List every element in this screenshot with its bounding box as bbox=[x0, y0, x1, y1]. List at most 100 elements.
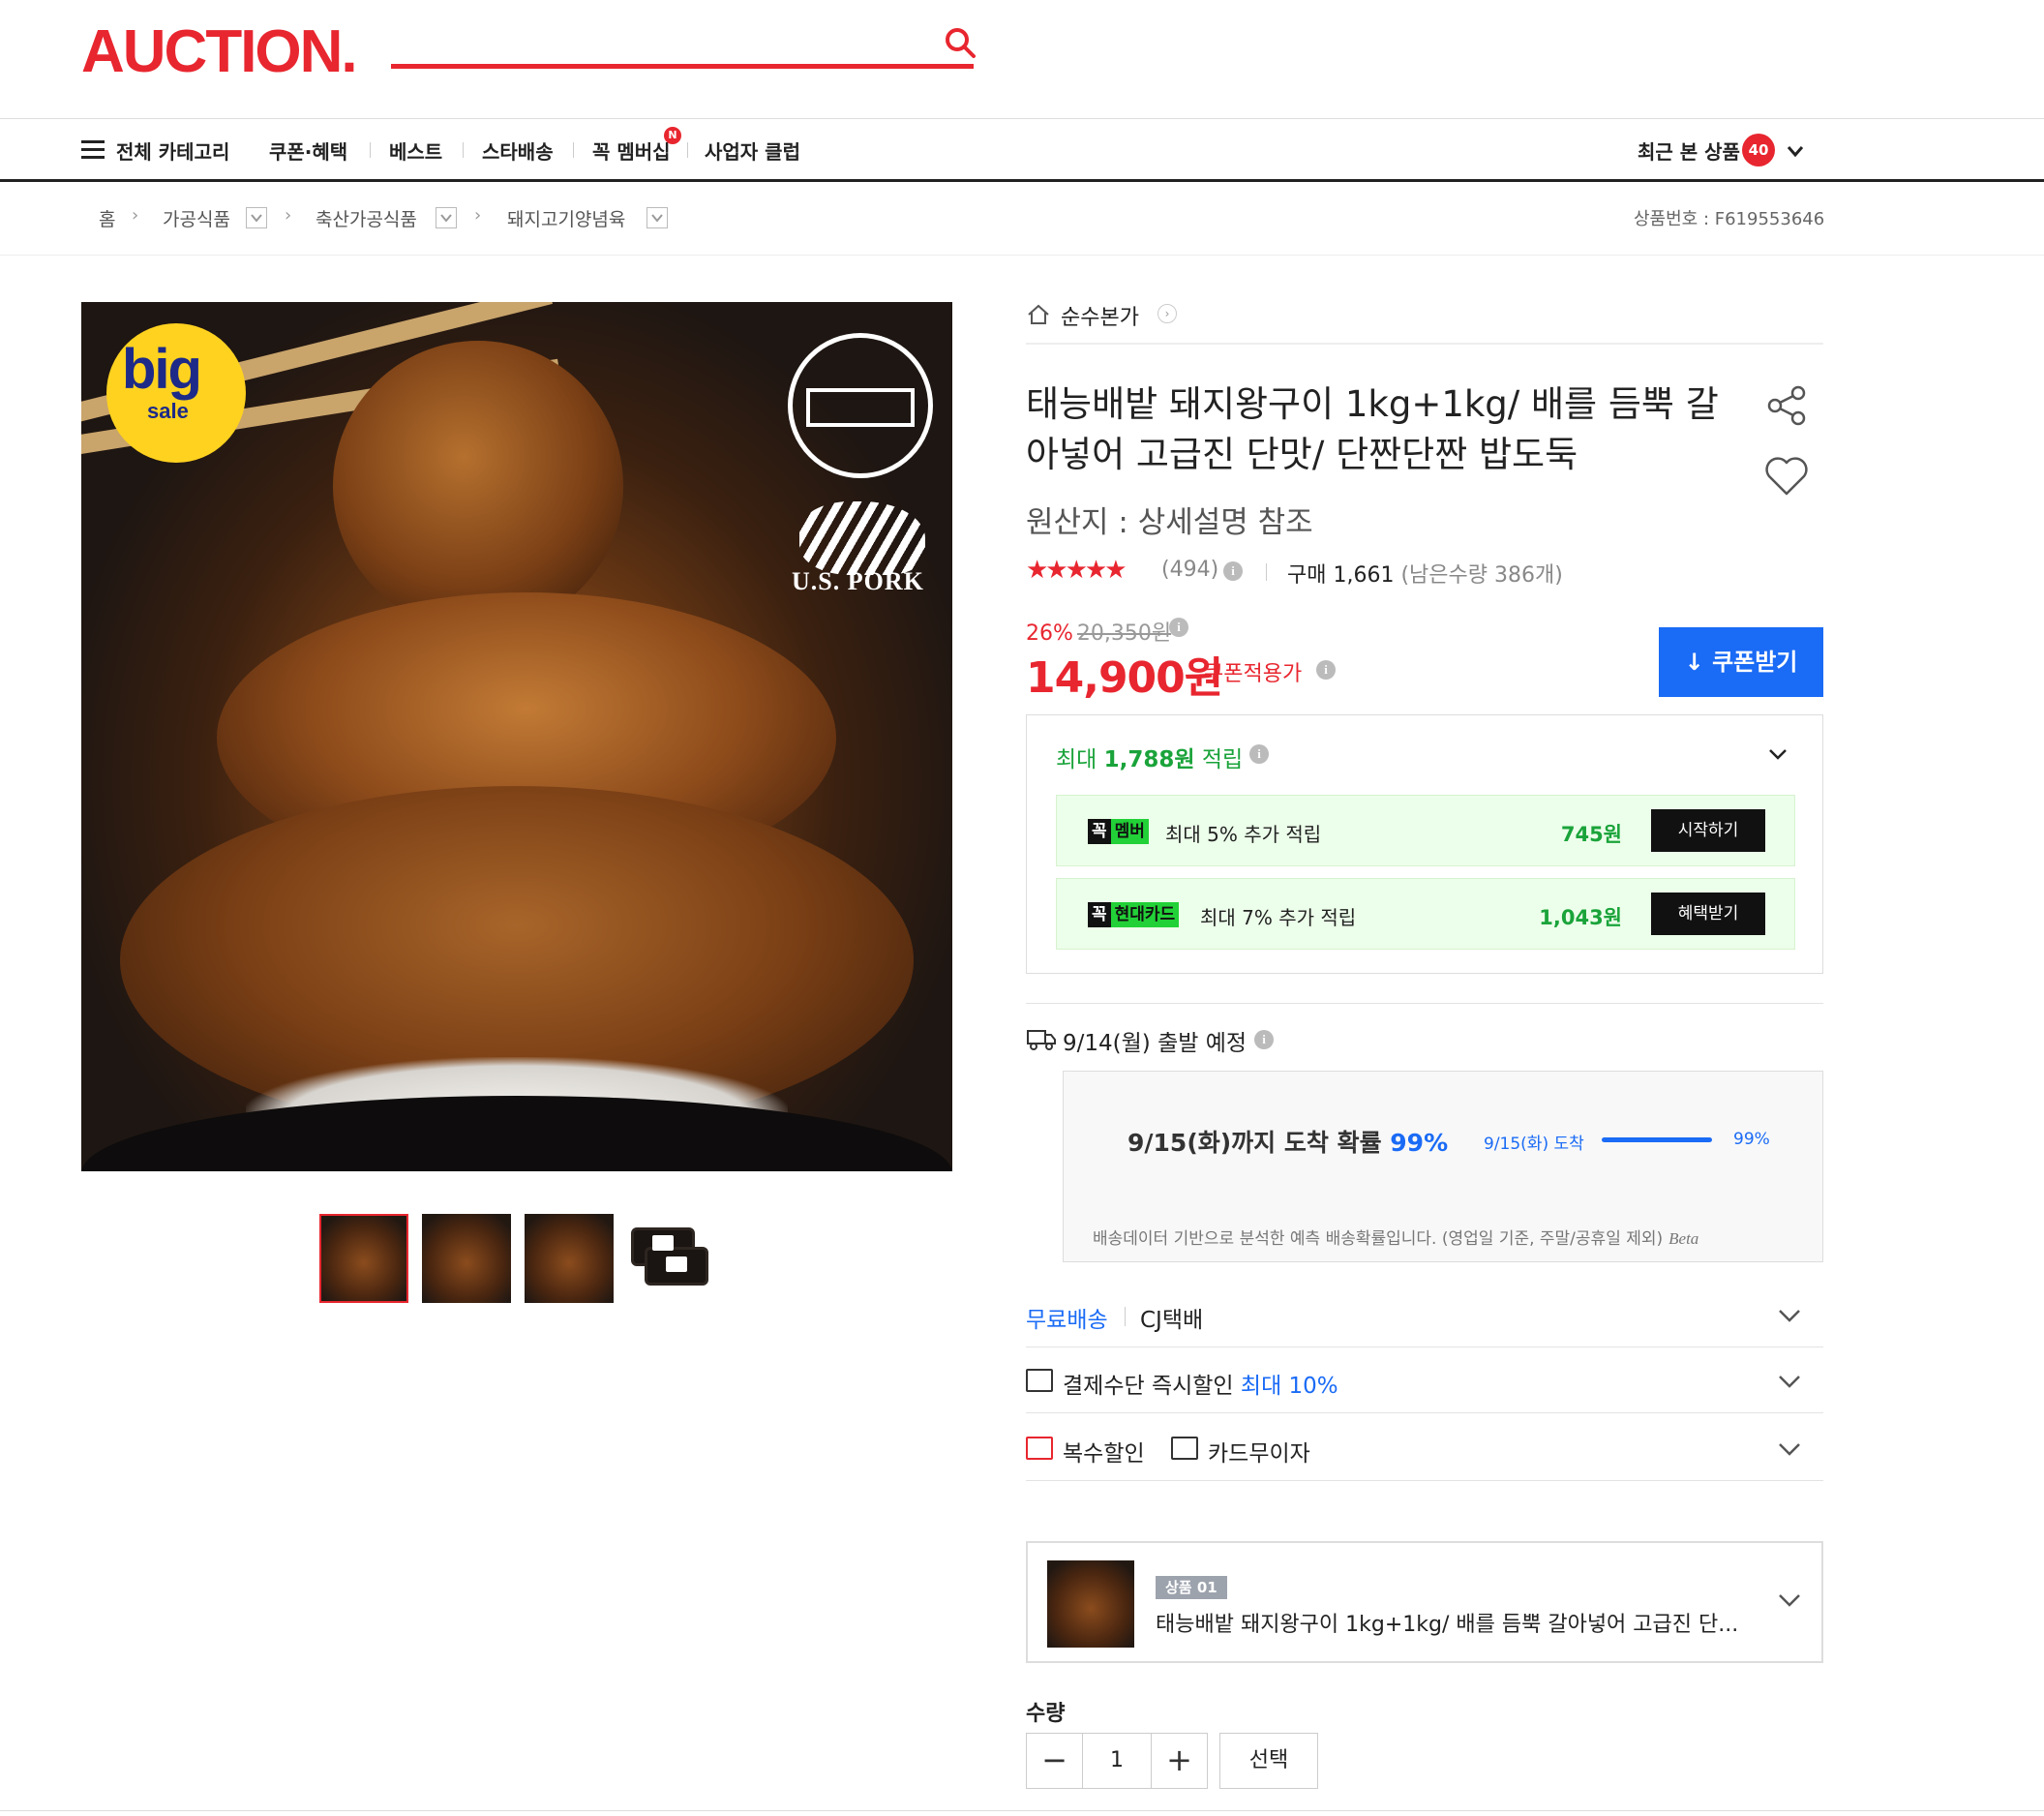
payment-discount-text: 결제수단 즉시할인 bbox=[1063, 1374, 1241, 1399]
select-button[interactable]: 선택 bbox=[1219, 1733, 1318, 1789]
product-title: 태능배밭 돼지왕구이 1kg+1kg/ 배를 듬뿍 갈아넣어 고급진 단맛/ 단… bbox=[1026, 383, 1719, 475]
product-thumbnail[interactable] bbox=[422, 1214, 511, 1303]
nav-divider bbox=[573, 142, 574, 158]
arrival-probability: 9/15(화)까지 도착 확률 99% bbox=[1127, 1124, 1448, 1159]
departure-date: 9/14(월) 출발 예정 bbox=[1063, 1031, 1247, 1056]
probability-value: 99% bbox=[1733, 1130, 1770, 1149]
product-number: 상품번호 : F619553646 bbox=[1634, 209, 1825, 229]
breadcrumb-level-3[interactable]: 돼지고기양념육 bbox=[507, 205, 625, 231]
reward-amount: 1,043원 bbox=[1539, 906, 1622, 929]
chevron-down-icon[interactable] bbox=[1777, 1307, 1802, 1324]
badge-prefix: 꼭 bbox=[1088, 819, 1111, 844]
nav-membership[interactable]: 꼭 멤버십 bbox=[592, 136, 671, 165]
meat-slice bbox=[333, 341, 623, 631]
chevron-down-icon[interactable] bbox=[1777, 1591, 1802, 1609]
kkok-member-badge: 꼭 멤버 bbox=[1088, 819, 1149, 844]
nav-business-club[interactable]: 사업자 클럽 bbox=[705, 136, 800, 165]
reward-head-amount: 1,788원 bbox=[1103, 747, 1195, 772]
search-icon[interactable] bbox=[943, 25, 977, 60]
divider bbox=[1266, 563, 1267, 581]
chevron-down-icon[interactable] bbox=[1766, 744, 1789, 764]
home-icon bbox=[1028, 304, 1049, 324]
product-thumbnail[interactable] bbox=[319, 1214, 408, 1303]
reward-row-card: 꼭 현대카드 최대 7% 추가 적립 1,043원 혜택받기 bbox=[1056, 878, 1795, 950]
option-name: 태능배밭 돼지왕구이 1kg+1kg/ 배를 듬뿍 갈아넣어 고급진 단... bbox=[1156, 1613, 1739, 1637]
pig-logo-icon bbox=[799, 501, 925, 575]
badge-label: 멤버 bbox=[1110, 819, 1149, 844]
reward-box: 최대 1,788원 적립 i 꼭 멤버 최대 5% 추가 적립 745원 시작하기… bbox=[1026, 714, 1823, 974]
dropdown-icon[interactable] bbox=[436, 207, 457, 228]
nav-divider bbox=[370, 142, 371, 158]
quantity-plus-button[interactable]: + bbox=[1151, 1734, 1207, 1788]
nav-star-delivery[interactable]: 스타배송 bbox=[482, 136, 554, 165]
payment-discount-label: 결제수단 즉시할인 최대 10% bbox=[1063, 1367, 1338, 1400]
sale-text: sale bbox=[147, 399, 189, 423]
get-benefit-button[interactable]: 혜택받기 bbox=[1651, 893, 1765, 935]
nav-all-category[interactable]: 전체 카테고리 bbox=[116, 136, 229, 165]
free-shipping-label: 무료배송 bbox=[1026, 1308, 1108, 1333]
probability-bar bbox=[1602, 1137, 1712, 1142]
chevron-down-icon[interactable] bbox=[1785, 140, 1806, 162]
coupon-button-label: 쿠폰받기 bbox=[1712, 649, 1798, 676]
dropdown-icon[interactable] bbox=[246, 207, 267, 228]
recent-products[interactable]: 최근 본 상품 bbox=[1638, 136, 1740, 165]
divider bbox=[0, 1810, 2044, 1811]
info-icon[interactable]: i bbox=[1316, 660, 1336, 680]
info-icon[interactable]: i bbox=[1223, 561, 1243, 581]
breadcrumb-level-2[interactable]: 축산가공식품 bbox=[316, 205, 417, 231]
auction-logo[interactable]: AUCTION. bbox=[81, 17, 358, 86]
quantity-minus-button[interactable]: − bbox=[1027, 1734, 1083, 1788]
divider bbox=[1026, 1003, 1823, 1004]
reward-desc: 최대 5% 추가 적립 bbox=[1165, 823, 1322, 846]
arrival-probability-percent: 99% bbox=[1390, 1129, 1449, 1157]
product-option-select[interactable]: 상품 01 태능배밭 돼지왕구이 1kg+1kg/ 배를 듬뿍 갈아넣어 고급진… bbox=[1026, 1541, 1823, 1663]
nav-divider bbox=[687, 142, 688, 158]
kkok-hyundai-badge: 꼭 현대카드 bbox=[1088, 902, 1180, 927]
option-badge: 상품 01 bbox=[1156, 1576, 1227, 1599]
badge-label: 현대카드 bbox=[1110, 902, 1180, 927]
quantity-input[interactable]: 1 bbox=[1083, 1734, 1151, 1788]
coupon-button[interactable]: ↓ 쿠폰받기 bbox=[1659, 627, 1823, 697]
breadcrumb-level-1[interactable]: 가공식품 bbox=[163, 205, 230, 231]
probability-note-text: 배송데이터 기반으로 분석한 예측 배송확률입니다. (영업일 기준, 주말/공… bbox=[1093, 1229, 1664, 1249]
payment-discount-row[interactable]: 결제수단 즉시할인 최대 10% bbox=[1026, 1349, 1823, 1413]
reward-head-suffix: 적립 bbox=[1194, 747, 1244, 772]
menu-icon[interactable] bbox=[81, 140, 105, 160]
product-thumbnail[interactable] bbox=[627, 1214, 716, 1303]
nav-best[interactable]: 베스트 bbox=[389, 136, 442, 165]
reward-head[interactable]: 최대 1,788원 적립 bbox=[1056, 741, 1243, 773]
shipping-row: 9/14(월) 출발 예정 i bbox=[1026, 1024, 1510, 1056]
dropdown-icon[interactable] bbox=[646, 207, 668, 228]
divider bbox=[1125, 1307, 1126, 1326]
review-count[interactable]: (494) bbox=[1161, 558, 1218, 582]
beta-label: Beta bbox=[1668, 1229, 1699, 1248]
heart-icon[interactable] bbox=[1763, 455, 1810, 498]
store-row: 순수본가 › bbox=[1026, 298, 1823, 345]
multi-discount-row[interactable]: 복수할인 카드무이자 bbox=[1026, 1417, 1823, 1481]
shipping-option-row[interactable]: 무료배송 CJ택배 bbox=[1026, 1284, 1823, 1347]
search-input[interactable] bbox=[391, 64, 974, 69]
card-icon bbox=[1171, 1437, 1198, 1460]
info-icon[interactable]: i bbox=[1169, 618, 1188, 637]
badge-prefix: 꼭 bbox=[1088, 902, 1111, 927]
chevron-right-icon: › bbox=[285, 205, 292, 226]
chevron-down-icon[interactable] bbox=[1777, 1373, 1802, 1390]
store-name[interactable]: 순수본가 bbox=[1061, 300, 1139, 331]
new-badge: N bbox=[664, 127, 681, 144]
recent-count-badge: 40 bbox=[1742, 134, 1775, 166]
main-product-image[interactable]: big sale U.S. PORK bbox=[81, 302, 952, 1171]
won-coupon-icon bbox=[1026, 1437, 1053, 1460]
info-icon[interactable]: i bbox=[1254, 1030, 1274, 1049]
share-icon[interactable] bbox=[1765, 383, 1810, 428]
chevron-right-icon[interactable]: › bbox=[1157, 304, 1177, 323]
option-thumbnail bbox=[1047, 1560, 1134, 1648]
breadcrumb-home[interactable]: 홈 bbox=[99, 205, 115, 231]
nav-coupon[interactable]: 쿠폰·혜택 bbox=[269, 136, 347, 165]
coupon-applied-label: 쿠폰적용가 bbox=[1204, 662, 1303, 686]
chevron-down-icon[interactable] bbox=[1777, 1440, 1802, 1458]
flag-icon bbox=[806, 388, 915, 427]
percent-card-icon bbox=[1026, 1369, 1053, 1392]
product-thumbnail[interactable] bbox=[525, 1214, 614, 1303]
info-icon[interactable]: i bbox=[1249, 744, 1269, 764]
start-membership-button[interactable]: 시작하기 bbox=[1651, 809, 1765, 852]
